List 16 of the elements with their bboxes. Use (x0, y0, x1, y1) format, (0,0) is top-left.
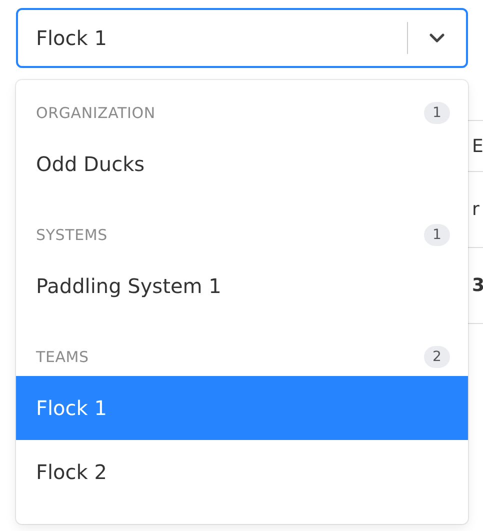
menu-option[interactable]: Flock 2 (16, 440, 468, 504)
menu-option[interactable]: Odd Ducks (16, 132, 468, 196)
group-heading: SYSTEMS (36, 226, 108, 244)
background-text: 3 (471, 275, 483, 296)
chevron-down-icon (429, 33, 445, 43)
count-badge: 1 (424, 224, 450, 246)
menu-option[interactable]: Flock 1 (16, 376, 468, 440)
group-heading: TEAMS (36, 348, 89, 366)
menu-option[interactable]: Paddling System 1 (16, 254, 468, 318)
select-value: Flock 1 (36, 26, 108, 50)
count-badge: 2 (424, 346, 450, 368)
background-text: r (471, 199, 480, 220)
group-heading: ORGANIZATION (36, 104, 156, 122)
team-select[interactable]: Flock 1 (16, 8, 468, 68)
background-text: E (471, 136, 483, 156)
count-badge: 1 (424, 102, 450, 124)
